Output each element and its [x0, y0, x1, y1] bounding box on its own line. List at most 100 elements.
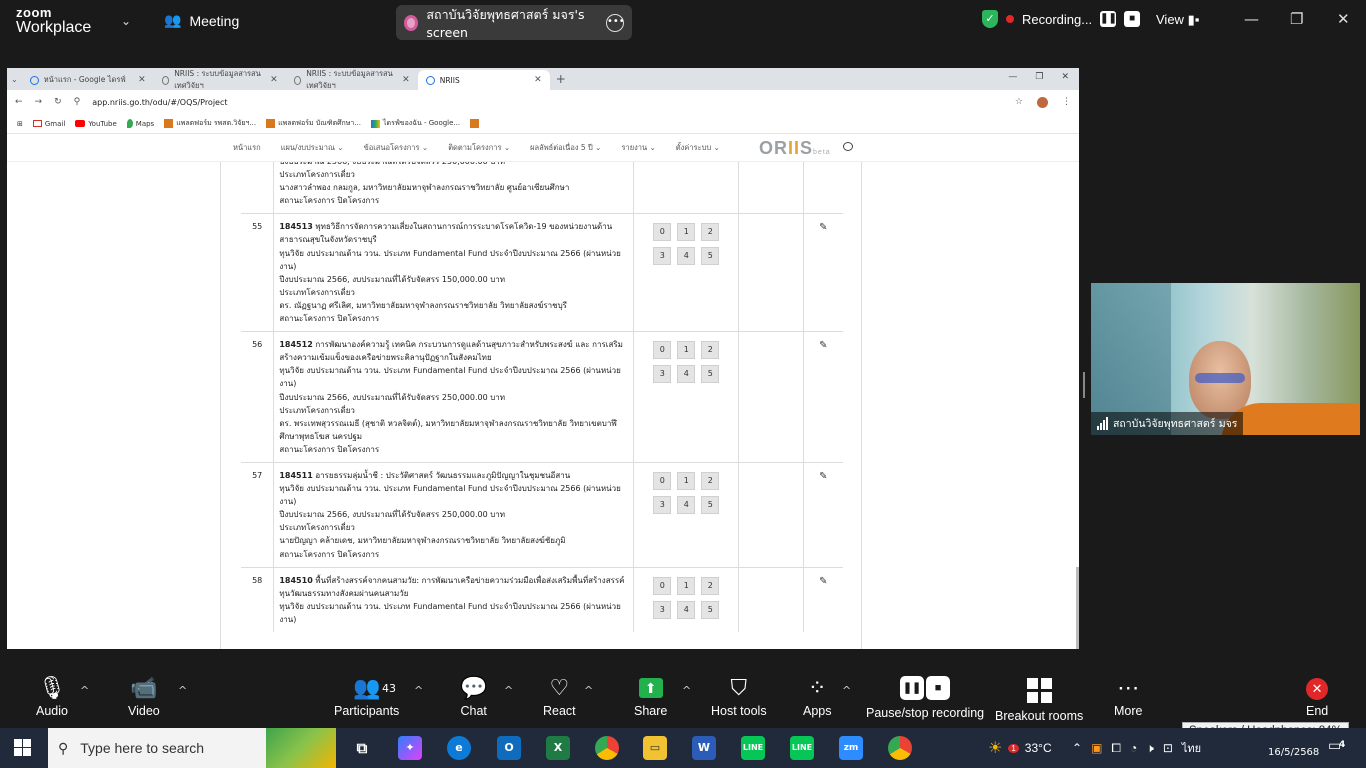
weather-widget[interactable]: ☀ 1 33°C [988, 728, 1052, 768]
project-title-line[interactable]: 184512 การพัฒนาองค์ความรู้ เทคนิค กระบวน… [279, 338, 628, 364]
close-icon[interactable]: ✕ [1337, 10, 1350, 28]
stop-recording-button[interactable]: ■ [1124, 11, 1141, 27]
score-button[interactable]: 4 [677, 247, 696, 266]
close-tab-icon[interactable]: ✕ [138, 75, 146, 85]
score-button[interactable]: 4 [677, 600, 696, 619]
excel-icon[interactable]: X [546, 736, 570, 760]
outlook-icon[interactable]: O [497, 736, 521, 760]
display-icon[interactable]: ⊡ [1163, 741, 1173, 755]
zoom-app-icon[interactable]: zm [839, 736, 863, 760]
apps-options-caret[interactable]: ^ [842, 684, 851, 697]
score-button[interactable]: 5 [701, 365, 720, 384]
edit-icon[interactable]: ✎ [819, 471, 827, 482]
bookmark-gmail[interactable]: Gmail [32, 120, 65, 128]
view-menu[interactable]: View ▮▪ [1156, 12, 1199, 28]
score-button[interactable]: 3 [653, 247, 672, 266]
browser-tab[interactable]: NRIIS : ระบบข้อมูลสารสนเทศวิจัยฯ ✕ [286, 69, 418, 90]
site-info-icon[interactable]: ⚲ [74, 97, 81, 107]
score-button[interactable]: 5 [701, 600, 720, 619]
edge-icon[interactable]: e [447, 736, 471, 760]
scrollbar-thumb[interactable] [1076, 567, 1079, 649]
line-icon[interactable]: LINE [741, 736, 765, 760]
chevron-up-icon[interactable]: ⌃ [1072, 741, 1082, 755]
network-icon[interactable]: ◔ [1130, 741, 1137, 755]
bookmark-maps[interactable]: Maps [126, 119, 154, 128]
video-options-caret[interactable]: ^ [178, 684, 187, 697]
pause-stop-recording-button[interactable]: ❚❚ ■ Pause/stop recording [866, 672, 984, 720]
word-icon[interactable]: W [692, 736, 716, 760]
react-button[interactable]: ♡ React [543, 672, 576, 718]
edit-icon[interactable]: ✎ [819, 340, 827, 351]
clock[interactable]: 16/5/2568 [1268, 732, 1319, 760]
minimize-icon[interactable]: — [1008, 72, 1017, 82]
bookmark-platform-1[interactable]: แพลตฟอร์ม รพสต.วิจัยฯ... [164, 118, 256, 129]
edit-icon[interactable]: ✎ [819, 222, 827, 233]
split-handle[interactable] [1083, 372, 1085, 398]
bookmark-youtube[interactable]: YouTube [75, 120, 117, 128]
browser-tab[interactable]: หน้าแรก - Google ไดรฟ์ ✕ [22, 70, 154, 90]
apps-grid-icon[interactable]: ⊞ [17, 120, 23, 128]
restore-icon[interactable]: ❐ [1290, 10, 1303, 28]
score-button[interactable]: 2 [701, 223, 720, 242]
meeting-label[interactable]: 👥 Meeting [164, 12, 239, 29]
bookmark-drive[interactable]: ไดรฟ์ของฉัน - Google... [371, 118, 460, 129]
tray-app-icon[interactable]: ▣ [1091, 741, 1102, 755]
nav-plan-budget[interactable]: แผน/งบประมาณ ⌄ [281, 142, 344, 154]
bookmark-star-icon[interactable]: ☆ [1015, 97, 1023, 107]
new-tab-button[interactable]: + [556, 72, 566, 86]
score-button[interactable]: 5 [701, 495, 720, 514]
url-field[interactable]: app.nriis.go.th/odu/#/OQS/Project [92, 98, 227, 107]
video-tile[interactable]: สถาบันวิจัยพุทธศาสตร์ มจร [1091, 283, 1360, 435]
browser-tab-active[interactable]: NRIIS ✕ [417, 70, 550, 90]
score-button[interactable]: 1 [677, 341, 696, 360]
bookmark-folder[interactable] [470, 119, 480, 128]
score-button[interactable]: 3 [653, 495, 672, 514]
volume-icon[interactable]: 🕨 [1146, 741, 1154, 756]
close-tab-icon[interactable]: ✕ [270, 75, 278, 85]
windows-start-icon[interactable] [14, 739, 31, 756]
score-button[interactable]: 1 [677, 576, 696, 595]
score-button[interactable]: 0 [653, 576, 672, 595]
score-button[interactable]: 2 [701, 576, 720, 595]
nav-tracking[interactable]: ติดตามโครงการ ⌄ [448, 142, 510, 154]
react-options-caret[interactable]: ^ [584, 684, 593, 697]
browser-tab[interactable]: NRIIS : ระบบข้อมูลสารสนเทศวิจัยฯ ✕ [154, 69, 286, 90]
copilot-icon[interactable]: ✦ [398, 736, 422, 760]
tab-search-icon[interactable]: ⌄ [11, 75, 18, 84]
more-options-icon[interactable]: ••• [606, 13, 625, 32]
profile-avatar[interactable] [1037, 96, 1048, 108]
audio-options-caret[interactable]: ^ [80, 684, 89, 697]
nav-home[interactable]: หน้าแรก [233, 142, 261, 154]
score-button[interactable]: 3 [653, 365, 672, 384]
oriis-logo[interactable]: ORIISbeta [759, 138, 831, 159]
project-title-line[interactable]: 184511 อารยธรรมลุ่มน้ำชี : ประวัติศาสตร์… [279, 469, 628, 482]
chrome-profile-icon[interactable] [888, 736, 912, 760]
close-tab-icon[interactable]: ✕ [534, 75, 542, 85]
menu-dots-icon[interactable]: ⋮ [1062, 97, 1071, 107]
host-tools-button[interactable]: ⛉ Host tools [711, 672, 767, 718]
restore-icon[interactable]: ❐ [1035, 72, 1043, 82]
score-button[interactable]: 0 [653, 471, 672, 490]
score-button[interactable]: 1 [677, 471, 696, 490]
forward-icon[interactable]: → [35, 97, 43, 107]
share-options-caret[interactable]: ^ [682, 684, 691, 697]
chat-options-caret[interactable]: ^ [504, 684, 513, 697]
screen-share-banner[interactable]: สถาบันวิจัยพุทธศาสตร์ มจร's screen ••• [396, 5, 632, 40]
share-button[interactable]: ⬆ Share [634, 672, 667, 718]
camera-tray-icon[interactable]: ⧠ [1111, 741, 1121, 756]
more-button[interactable]: ⋯ More [1114, 672, 1142, 718]
score-button[interactable]: 5 [701, 247, 720, 266]
task-view-icon[interactable]: ⧉ [350, 736, 374, 760]
close-icon[interactable]: ✕ [1061, 72, 1069, 82]
breakout-rooms-button[interactable]: Breakout rooms [995, 672, 1083, 723]
score-button[interactable]: 2 [701, 341, 720, 360]
project-title-line[interactable]: 184513 พุทธวิธีการจัดการความเสี่ยงในสถาน… [279, 220, 628, 246]
video-button[interactable]: 📹 Video [128, 672, 160, 718]
end-button[interactable]: ✕ End [1306, 672, 1328, 718]
pause-recording-button[interactable]: ❚❚ [1100, 11, 1117, 27]
chrome-icon[interactable] [595, 736, 619, 760]
apps-button[interactable]: ⁘ Apps [803, 672, 832, 718]
score-button[interactable]: 2 [701, 471, 720, 490]
reload-icon[interactable]: ↻ [54, 97, 62, 107]
score-button[interactable]: 4 [677, 365, 696, 384]
